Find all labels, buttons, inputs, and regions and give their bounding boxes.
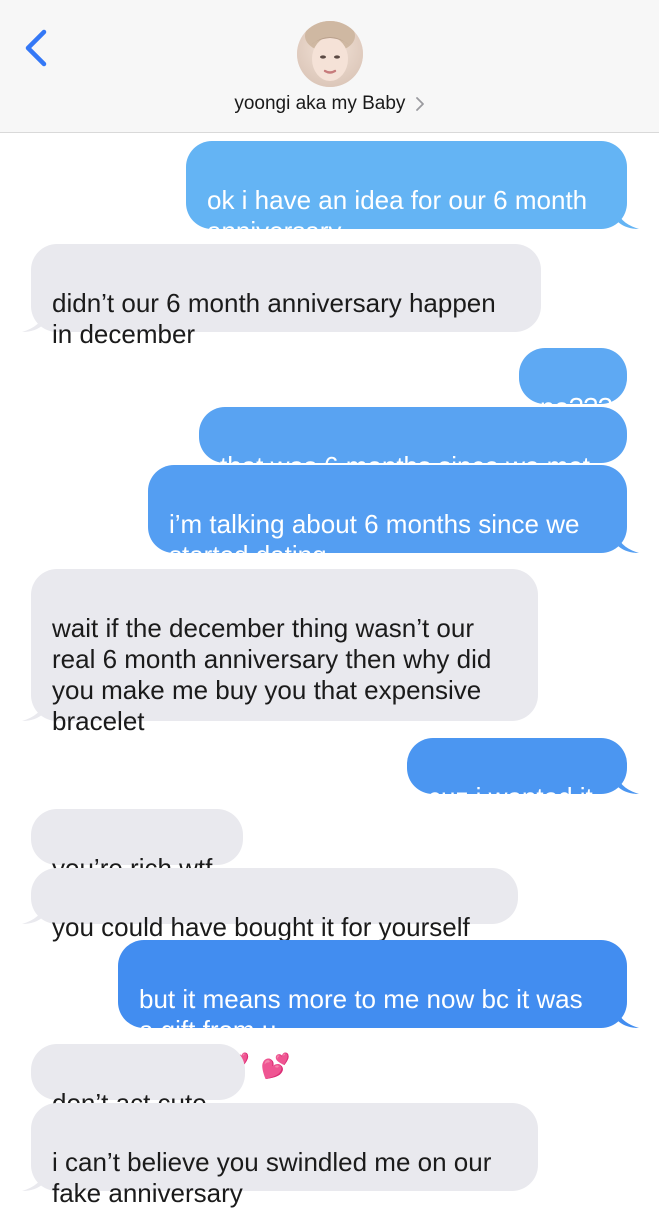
sent-message-bubble[interactable]: no??? (519, 348, 627, 422)
message-text: you could have bought it for yourself (52, 912, 470, 942)
contact-name: yoongi aka my Baby (234, 93, 406, 114)
received-message-bubble[interactable]: didn’t our 6 month anniversary happen in… (31, 244, 541, 349)
bubble-tail (22, 312, 44, 332)
sent-message-bubble[interactable]: ok i have an idea for our 6 month annive… (186, 141, 627, 246)
back-button[interactable] (18, 24, 58, 72)
sent-message-bubble[interactable]: that was 6 months since we met (199, 407, 627, 481)
bubble-tail (617, 774, 639, 794)
message-text: wait if the december thing wasn’t our re… (52, 613, 492, 736)
message-text: didn’t our 6 month anniversary happen in… (52, 288, 496, 349)
contact-avatar[interactable] (297, 21, 363, 87)
chevron-right-icon (415, 97, 424, 111)
received-message-bubble[interactable]: i can’t believe you swindled me on our f… (31, 1103, 538, 1208)
sent-message-bubble[interactable]: i’m talking about 6 months since we star… (148, 465, 627, 570)
bubble-tail (617, 209, 639, 229)
received-message-bubble[interactable]: don’t act cute (31, 1044, 245, 1118)
message-text: i can’t believe you swindled me on our f… (52, 1147, 492, 1208)
message-text: but it means more to me now bc it was a … (139, 984, 583, 1045)
bubble-tail (22, 904, 44, 924)
sent-message-bubble[interactable]: cuz i wanted it (407, 738, 627, 812)
message-text: ok i have an idea for our 6 month annive… (207, 185, 588, 246)
conversation-header: yoongi aka my Baby (0, 0, 659, 133)
received-message-bubble[interactable]: you could have bought it for yourself (31, 868, 518, 942)
received-message-bubble[interactable]: wait if the december thing wasn’t our re… (31, 569, 538, 736)
message-text: i’m talking about 6 months since we star… (169, 509, 580, 570)
message-text: cuz i wanted it (428, 782, 593, 812)
bubble-tail (22, 1171, 44, 1191)
sent-message-bubble[interactable]: but it means more to me now bc it was a … (118, 940, 627, 1080)
bubble-tail (617, 533, 639, 553)
bubble-tail (617, 1008, 639, 1028)
bubble-tail (22, 701, 44, 721)
received-message-bubble[interactable]: you’re rich wtf (31, 809, 243, 883)
chevron-left-icon (25, 29, 47, 67)
contact-name-row[interactable]: yoongi aka my Baby (0, 92, 659, 116)
